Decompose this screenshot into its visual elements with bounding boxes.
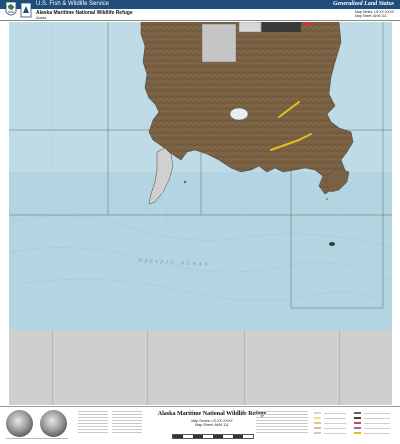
legend-swatch: [314, 422, 321, 424]
fine-print-block: [256, 411, 286, 439]
agency-name: U.S. Fish & Wildlife Service: [36, 1, 110, 7]
legend-line: [324, 433, 346, 434]
legend-swatch: [354, 422, 361, 424]
fine-print-block: [112, 411, 142, 439]
islet-small: [183, 180, 187, 184]
legend-swatch: [314, 427, 321, 429]
legend-line: [364, 413, 390, 414]
refuge-title: Alaska Maritime National Wildlife Refuge: [36, 10, 133, 16]
legend-line: [364, 433, 390, 434]
legend-line: [364, 428, 390, 429]
map-subtitle: Generalized Land Status: [332, 1, 394, 7]
divider: [6, 438, 68, 439]
islet-small-2: [326, 198, 328, 200]
map-sheet-label: Map Sheet: AKM 111: [354, 14, 387, 18]
grid-line: [244, 330, 245, 405]
legend-line: [324, 423, 346, 424]
grid-line: [147, 330, 148, 405]
parcel-light: [238, 22, 262, 33]
scale-bar: [172, 434, 254, 439]
ocean-deep-zone: [9, 172, 392, 330]
parcel-dark: [262, 22, 301, 32]
legend-line: [364, 418, 390, 419]
legend-swatch: [314, 417, 321, 419]
legend-swatch: [354, 427, 361, 429]
map-info: Map Series: LS-XX-XXXX Map Sheet: AKM 11…: [355, 10, 394, 18]
legend-swatch: [314, 432, 321, 434]
fine-print-block: [284, 411, 308, 439]
region-label: Alaska: [36, 16, 47, 20]
legend-swatch: [354, 417, 361, 419]
lake: [229, 107, 249, 121]
fine-print-block: [78, 411, 108, 439]
grid-line: [339, 330, 340, 405]
overview-globe-icon: [40, 410, 67, 437]
islet-south: [329, 242, 335, 246]
legend: [312, 410, 394, 442]
refuge-sign-icon: [20, 2, 32, 18]
legend-swatch: [354, 412, 361, 414]
map-frame: PACIFIC OCEAN: [9, 22, 392, 330]
map-sheet-margin: [9, 330, 392, 405]
legend-swatch: [354, 432, 361, 434]
parcel-red: [305, 22, 311, 26]
map-sheet: { "header": { "agency": "U.S. Fish & Wil…: [0, 0, 400, 444]
legend-line: [324, 428, 346, 429]
grid-line: [52, 330, 53, 405]
map-footer: Alaska Maritime National Wildlife Refuge…: [0, 406, 400, 444]
legend-line: [364, 423, 390, 424]
legend-swatch: [314, 412, 321, 414]
legend-line: [324, 413, 346, 414]
legend-line: [324, 418, 346, 419]
usfws-logo: [5, 1, 17, 16]
overview-globe-icon: [6, 410, 33, 437]
